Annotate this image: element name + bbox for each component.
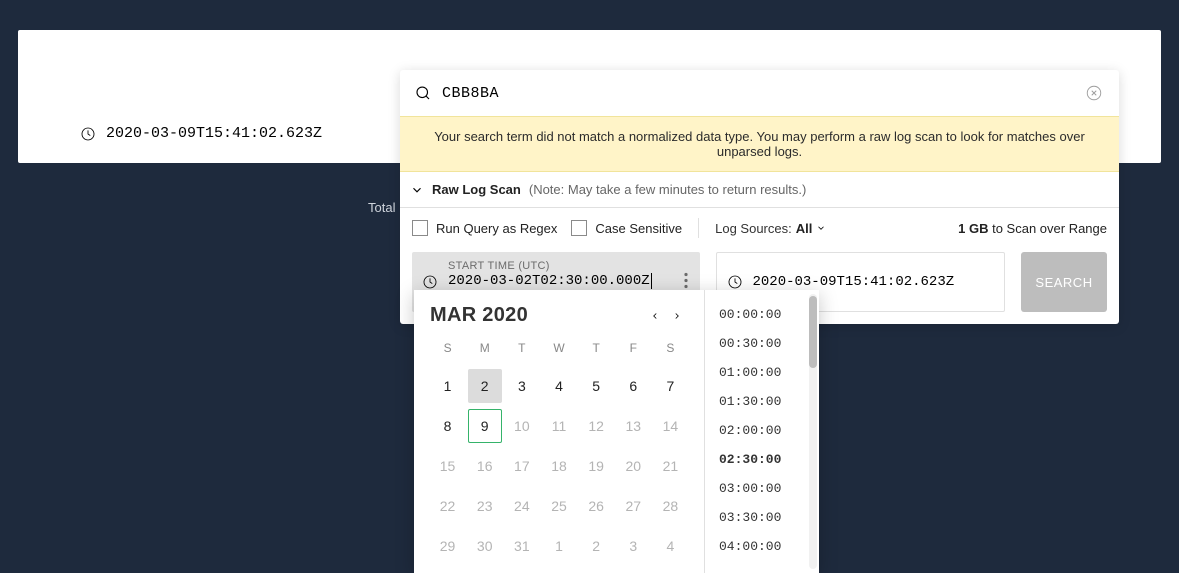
time-scrollbar[interactable] [809,294,817,569]
calendar-day[interactable]: 6 [616,369,650,403]
calendar-grid: SMTWTFS123456789101112131415161718192021… [430,335,688,565]
scan-size-info: 1 GB to Scan over Range [958,221,1107,236]
calendar-day: 16 [468,449,502,483]
raw-log-scan-title: Raw Log Scan [432,182,521,197]
options-row: Run Query as Regex Case Sensitive Log So… [400,208,1119,248]
no-match-message: Your search term did not match a normali… [400,116,1119,172]
calendar-day: 2 [579,529,613,563]
prev-month-button[interactable] [644,305,666,327]
header-time: 2020-03-09T15:41:02.623Z [80,125,322,142]
calendar-day: 4 [653,529,687,563]
calendar-dow: F [616,335,651,365]
calendar-day[interactable]: 9 [468,409,502,443]
calendar-title: MAR 2020 [430,304,644,327]
calendar-day[interactable]: 8 [431,409,465,443]
checkbox-box-icon [571,220,587,236]
header-time-value: 2020-03-09T15:41:02.623Z [106,125,322,142]
calendar-day[interactable]: 5 [579,369,613,403]
scrollbar-thumb[interactable] [809,296,817,368]
checkbox-box-icon [412,220,428,236]
search-row: CBB8BA [400,70,1119,116]
regex-checkbox[interactable]: Run Query as Regex [412,220,557,236]
calendar-day[interactable]: 2 [468,369,502,403]
calendar-dow: W [541,335,576,365]
start-time-value: 2020-03-02T02:30:00.000Z [448,273,652,289]
search-button[interactable]: SEARCH [1021,252,1107,312]
search-input[interactable]: CBB8BA [442,85,1075,102]
end-time-value: 2020-03-09T15:41:02.623Z [753,274,955,290]
datetime-picker: MAR 2020 SMTWTFS123456789101112131415161… [414,290,819,573]
chevron-down-icon [410,183,424,197]
calendar-day: 28 [653,489,687,523]
calendar-day: 14 [653,409,687,443]
caret-down-icon [816,223,826,233]
time-slot[interactable]: 00:00:00 [719,300,807,329]
case-sensitive-label: Case Sensitive [595,221,682,236]
calendar-day: 25 [542,489,576,523]
calendar-day[interactable]: 1 [431,369,465,403]
search-icon [414,84,432,102]
calendar-day: 1 [542,529,576,563]
calendar-day[interactable]: 3 [505,369,539,403]
time-slot[interactable]: 02:30:00 [719,445,807,474]
calendar-day: 3 [616,529,650,563]
clock-icon [422,274,438,290]
calendar-dow: M [467,335,502,365]
more-vertical-icon [684,273,688,289]
raw-log-scan-note: (Note: May take a few minutes to return … [529,182,806,197]
clear-search-button[interactable] [1085,84,1103,102]
clock-icon [80,126,96,142]
calendar-day: 29 [431,529,465,563]
calendar-day: 19 [579,449,613,483]
calendar-day: 15 [431,449,465,483]
calendar-day[interactable]: 7 [653,369,687,403]
close-circle-icon [1085,84,1103,102]
time-column: 00:00:0000:30:0001:00:0001:30:0002:00:00… [704,290,819,573]
calendar-dow: S [430,335,465,365]
calendar-day: 21 [653,449,687,483]
chevron-left-icon [650,310,660,322]
next-month-button[interactable] [666,305,688,327]
search-panel: CBB8BA Your search term did not match a … [400,70,1119,324]
calendar-day: 27 [616,489,650,523]
time-slot[interactable]: 00:30:00 [719,329,807,358]
calendar: MAR 2020 SMTWTFS123456789101112131415161… [414,290,704,573]
divider [698,218,699,238]
start-time-label: START TIME (UTC) [448,260,652,272]
calendar-day: 13 [616,409,650,443]
scan-size-tail: to Scan over Range [992,221,1107,236]
time-slot[interactable]: 02:00:00 [719,416,807,445]
log-sources-label: Log Sources: [715,221,792,236]
calendar-day: 17 [505,449,539,483]
regex-label: Run Query as Regex [436,221,557,236]
calendar-dow: T [579,335,614,365]
calendar-day: 11 [542,409,576,443]
log-sources-value: All [796,221,813,236]
time-slot[interactable]: 01:30:00 [719,387,807,416]
time-slot[interactable]: 04:00:00 [719,532,807,561]
calendar-day: 26 [579,489,613,523]
case-sensitive-checkbox[interactable]: Case Sensitive [571,220,682,236]
calendar-day: 22 [431,489,465,523]
calendar-dow: T [504,335,539,365]
calendar-day: 31 [505,529,539,563]
calendar-day: 23 [468,489,502,523]
calendar-day: 24 [505,489,539,523]
time-slot[interactable]: 03:00:00 [719,474,807,503]
scan-size-value: 1 GB [958,221,988,236]
time-slot[interactable]: 01:00:00 [719,358,807,387]
raw-log-scan-toggle[interactable]: Raw Log Scan (Note: May take a few minut… [400,172,1119,208]
calendar-day: 30 [468,529,502,563]
log-sources-dropdown[interactable]: Log Sources: All [715,221,826,236]
chevron-right-icon [672,310,682,322]
calendar-day: 10 [505,409,539,443]
time-slot[interactable]: 03:30:00 [719,503,807,532]
clock-icon [727,274,743,290]
calendar-day: 20 [616,449,650,483]
calendar-day: 12 [579,409,613,443]
calendar-dow: S [653,335,688,365]
calendar-day: 18 [542,449,576,483]
calendar-day[interactable]: 4 [542,369,576,403]
